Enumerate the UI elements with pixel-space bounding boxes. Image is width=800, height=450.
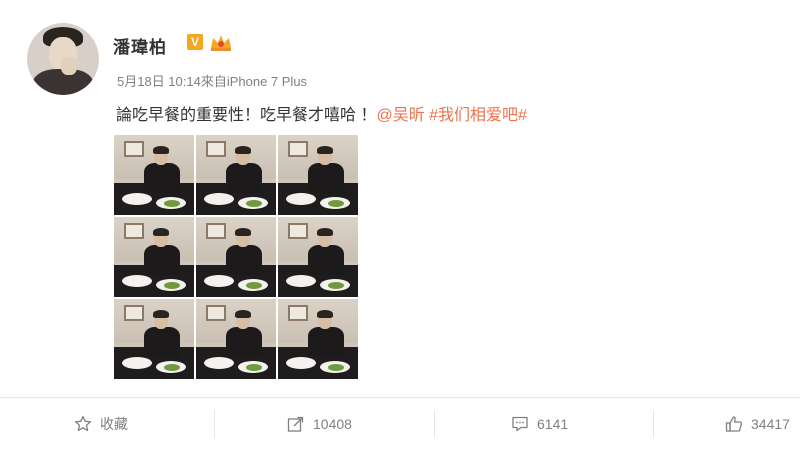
avatar-hand <box>61 57 77 75</box>
repost-button[interactable]: 10408 <box>287 408 352 440</box>
action-separator <box>214 410 215 438</box>
favorite-label: 收藏 <box>100 416 128 432</box>
photo-thumbnail[interactable] <box>114 299 194 379</box>
post-content: 論吃早餐的重要性！吃早餐才嘻哈 ！@吴昕 #我们相爱吧# <box>116 101 527 125</box>
avatar[interactable] <box>27 23 99 95</box>
crown-badge-icon[interactable] <box>209 32 233 52</box>
comment-count: 6141 <box>537 416 569 432</box>
username[interactable]: 潘瑋柏 <box>113 33 167 58</box>
photo-thumbnail[interactable] <box>196 299 276 379</box>
photo-grid <box>114 135 358 379</box>
photo-thumbnail[interactable] <box>196 135 276 215</box>
share-icon <box>287 416 304 432</box>
action-bar: 收藏 10408 6141 34417 <box>0 398 800 450</box>
hashtag-link[interactable]: #我们相爱吧# <box>429 107 527 124</box>
favorite-button[interactable]: 收藏 <box>74 408 128 440</box>
photo-thumbnail[interactable] <box>114 217 194 297</box>
photo-thumbnail[interactable] <box>196 217 276 297</box>
star-icon <box>74 415 92 432</box>
post-text: 論吃早餐的重要性！吃早餐才嘻哈 ！ <box>116 107 377 124</box>
comment-button[interactable]: 6141 <box>511 408 568 440</box>
post-meta: 5月18日 10:14來自iPhone 7 Plus <box>117 74 308 89</box>
photo-thumbnail[interactable] <box>278 135 358 215</box>
photo-thumbnail[interactable] <box>114 135 194 215</box>
action-separator <box>653 410 654 438</box>
weibo-post: 潘瑋柏 V 5月18日 10:14來自iPhone 7 Plus 論吃早餐的重要… <box>0 0 800 450</box>
thumbs-up-icon <box>725 416 743 432</box>
action-separator <box>434 410 435 438</box>
vip-badge-icon[interactable]: V <box>187 34 203 50</box>
photo-thumbnail[interactable] <box>278 217 358 297</box>
repost-count: 10408 <box>313 416 352 432</box>
photo-thumbnail[interactable] <box>278 299 358 379</box>
mention-link[interactable]: @吴昕 <box>376 107 424 124</box>
like-button[interactable]: 34417 <box>725 408 790 440</box>
comment-icon <box>512 416 528 432</box>
like-count: 34417 <box>751 416 790 432</box>
